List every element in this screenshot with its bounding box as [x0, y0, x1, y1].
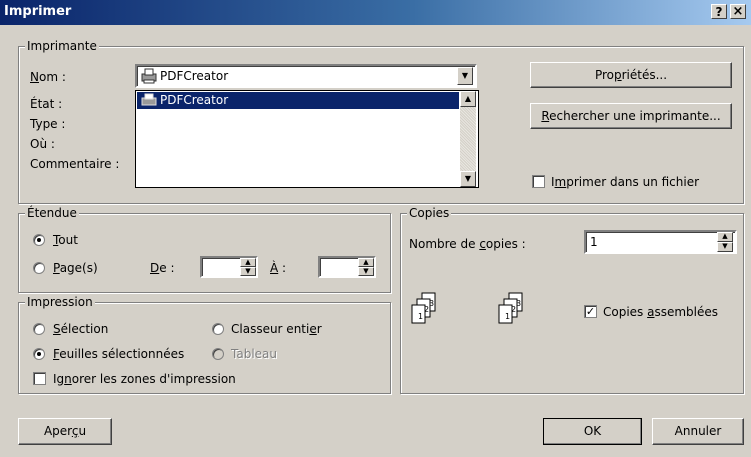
range-from-label: De : — [150, 261, 175, 275]
spin-down-arrow-icon[interactable]: ▼ — [240, 267, 256, 276]
print-selection-label: Sélection — [53, 322, 109, 336]
collate-checkbox[interactable]: ✓ — [584, 305, 597, 318]
print-table-radio[interactable] — [212, 348, 224, 360]
printer-list-item-label: PDFCreator — [160, 93, 229, 107]
range-to-spinner[interactable]: ▲ ▼ — [358, 258, 374, 276]
printer-state-label: État : — [30, 97, 63, 111]
printer-icon — [140, 68, 158, 87]
icon-page-label: 3 — [429, 299, 434, 308]
copies-count-label: Nombre de copies : — [409, 237, 526, 251]
icon-page-label: 2 — [424, 305, 429, 314]
icon-page-label: 1 — [418, 312, 423, 321]
printer-dropdown-list[interactable]: PDFCreator ▲ ▼ — [135, 90, 479, 188]
printer-list-item[interactable]: PDFCreator — [137, 92, 459, 109]
find-printer-button[interactable]: Rechercher une imprimante... — [530, 103, 732, 129]
spin-up-arrow-icon[interactable]: ▲ — [358, 258, 374, 267]
close-button[interactable]: × — [730, 4, 746, 19]
print-active-sheets-label: Feuilles sélectionnées — [53, 347, 185, 361]
printer-icon — [140, 93, 158, 111]
window-title: Imprimer — [4, 4, 72, 19]
print-selection-radio[interactable] — [33, 323, 45, 335]
range-group: Étendue — [18, 206, 391, 293]
spin-up-arrow-icon[interactable]: ▲ — [240, 258, 256, 267]
print-table-label: Tableau — [231, 347, 277, 361]
range-from-input[interactable]: ▲ ▼ — [200, 256, 258, 278]
copies-count-input[interactable]: 1 ▲ ▼ — [584, 230, 737, 254]
print-whole-workbook-label: Classeur entier — [231, 322, 322, 336]
range-to-label: À : — [270, 261, 287, 275]
ok-button[interactable]: OK — [543, 418, 642, 445]
range-all-radio[interactable] — [33, 234, 45, 246]
copies-count-spinner[interactable]: ▲ ▼ — [717, 232, 733, 252]
scroll-down-arrow-icon[interactable]: ▼ — [460, 171, 476, 187]
cancel-button[interactable]: Annuler — [652, 418, 744, 445]
ignore-print-areas-checkbox[interactable] — [33, 372, 46, 385]
copies-group-label: Copies — [407, 206, 452, 220]
preview-button[interactable]: Aperçu — [18, 418, 112, 445]
print-to-file-checkbox[interactable] — [532, 175, 545, 188]
collated-pages-icon: 3 2 1 — [411, 292, 436, 324]
spin-down-arrow-icon[interactable]: ▼ — [717, 242, 733, 252]
print-dialog: Imprimer ? × Imprimante Nom : État : Typ… — [0, 0, 751, 457]
copies-count-value: 1 — [590, 235, 598, 249]
print-to-file-label: Imprimer dans un fichier — [551, 175, 700, 189]
range-to-input[interactable]: ▲ ▼ — [318, 256, 376, 278]
printer-group-label: Imprimante — [25, 39, 99, 53]
help-button[interactable]: ? — [711, 4, 727, 19]
spin-up-arrow-icon[interactable]: ▲ — [717, 232, 733, 242]
printer-type-label: Type : — [30, 117, 66, 131]
print-what-group-label: Impression — [25, 295, 95, 309]
ignore-print-areas-label: Ignorer les zones d'impression — [53, 372, 236, 386]
collate-label: Copies assemblées — [603, 305, 719, 319]
printer-comment-label: Commentaire : — [30, 157, 120, 171]
range-all-label: Tout — [53, 233, 78, 247]
range-group-label: Étendue — [25, 206, 79, 220]
title-bar: Imprimer ? × — [0, 0, 751, 25]
range-from-spinner[interactable]: ▲ ▼ — [240, 258, 256, 276]
print-active-sheets-radio[interactable] — [33, 348, 45, 360]
range-pages-radio[interactable] — [33, 262, 45, 274]
icon-page-label: 3 — [516, 299, 521, 308]
printer-where-label: Où : — [30, 137, 55, 151]
printer-name-combo[interactable]: PDFCreator ▼ — [135, 64, 477, 88]
collated-pages-icon: 3 2 1 — [498, 292, 523, 324]
scroll-up-arrow-icon[interactable]: ▲ — [460, 91, 476, 107]
printer-name-label: Nom : — [30, 70, 66, 84]
range-pages-label: Page(s) — [53, 261, 98, 275]
print-whole-workbook-radio[interactable] — [212, 323, 224, 335]
spin-down-arrow-icon[interactable]: ▼ — [358, 267, 374, 276]
icon-page-label: 2 — [511, 305, 516, 314]
combo-dropdown-arrow-icon[interactable]: ▼ — [457, 67, 473, 85]
properties-button[interactable]: Propriétés... — [530, 62, 732, 88]
icon-page-label: 1 — [505, 312, 510, 321]
printer-name-value: PDFCreator — [160, 69, 229, 83]
